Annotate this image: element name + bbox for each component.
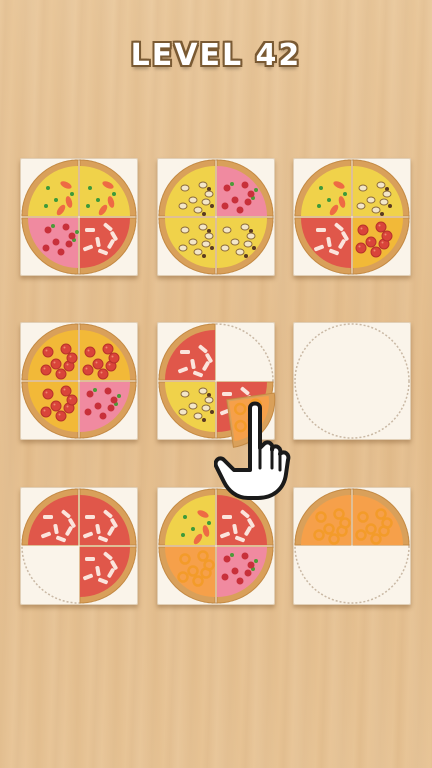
pizza-slice-mushroom[interactable] <box>158 217 216 275</box>
tile-4[interactable] <box>20 322 138 440</box>
tile-8[interactable] <box>157 487 275 605</box>
pizza-slice-pepperoni[interactable] <box>21 381 79 439</box>
pizza-slice-meat[interactable] <box>79 217 137 275</box>
tile-9[interactable] <box>293 487 411 605</box>
tile-2[interactable] <box>157 158 275 276</box>
pizza <box>21 159 137 275</box>
pizza-slice-veggie[interactable] <box>158 488 216 546</box>
pizza <box>21 323 137 439</box>
pizza-slice-pepperoni[interactable] <box>79 323 137 381</box>
tile-6[interactable] <box>293 322 411 440</box>
pointing-hand-icon <box>214 401 291 500</box>
pizza-slice-veggie[interactable] <box>79 159 137 217</box>
tile-1[interactable] <box>20 158 138 276</box>
pizza-slice-ham[interactable] <box>216 159 274 217</box>
pizza-slice-mushroom[interactable] <box>158 381 216 439</box>
pizza-slice-mushroom[interactable] <box>216 217 274 275</box>
pizza-slice-ham[interactable] <box>21 217 79 275</box>
pizza-slice-ham[interactable] <box>216 546 274 604</box>
pizza-slice-meat[interactable] <box>21 488 79 546</box>
pizza-slice-onion[interactable] <box>158 546 216 604</box>
tile-7[interactable] <box>20 487 138 605</box>
pizza-slice-pepperoni[interactable] <box>21 323 79 381</box>
pizza <box>158 159 274 275</box>
pizza <box>21 488 137 604</box>
pizza-slice-mushroom[interactable] <box>352 159 410 217</box>
level-title: LEVEL 42 <box>130 38 302 73</box>
pizza-slice-ham[interactable] <box>79 381 137 439</box>
pizza <box>294 488 410 604</box>
pizza <box>158 488 274 604</box>
pizza-slice-pepperoni[interactable] <box>352 217 410 275</box>
tile-3[interactable] <box>293 158 411 276</box>
pizza-slice-onion[interactable] <box>352 488 410 546</box>
pizza-slice-meat[interactable] <box>158 323 216 381</box>
pizza-slice-meat[interactable] <box>294 217 352 275</box>
plate-outline <box>294 323 410 439</box>
pizza-slice-veggie[interactable] <box>21 159 79 217</box>
pizza-slice-veggie[interactable] <box>294 159 352 217</box>
pizza-slice-meat[interactable] <box>79 546 137 604</box>
pizza-slice-meat[interactable] <box>79 488 137 546</box>
pizza <box>294 159 410 275</box>
pizza <box>294 323 410 439</box>
pizza-slice-mushroom[interactable] <box>158 159 216 217</box>
